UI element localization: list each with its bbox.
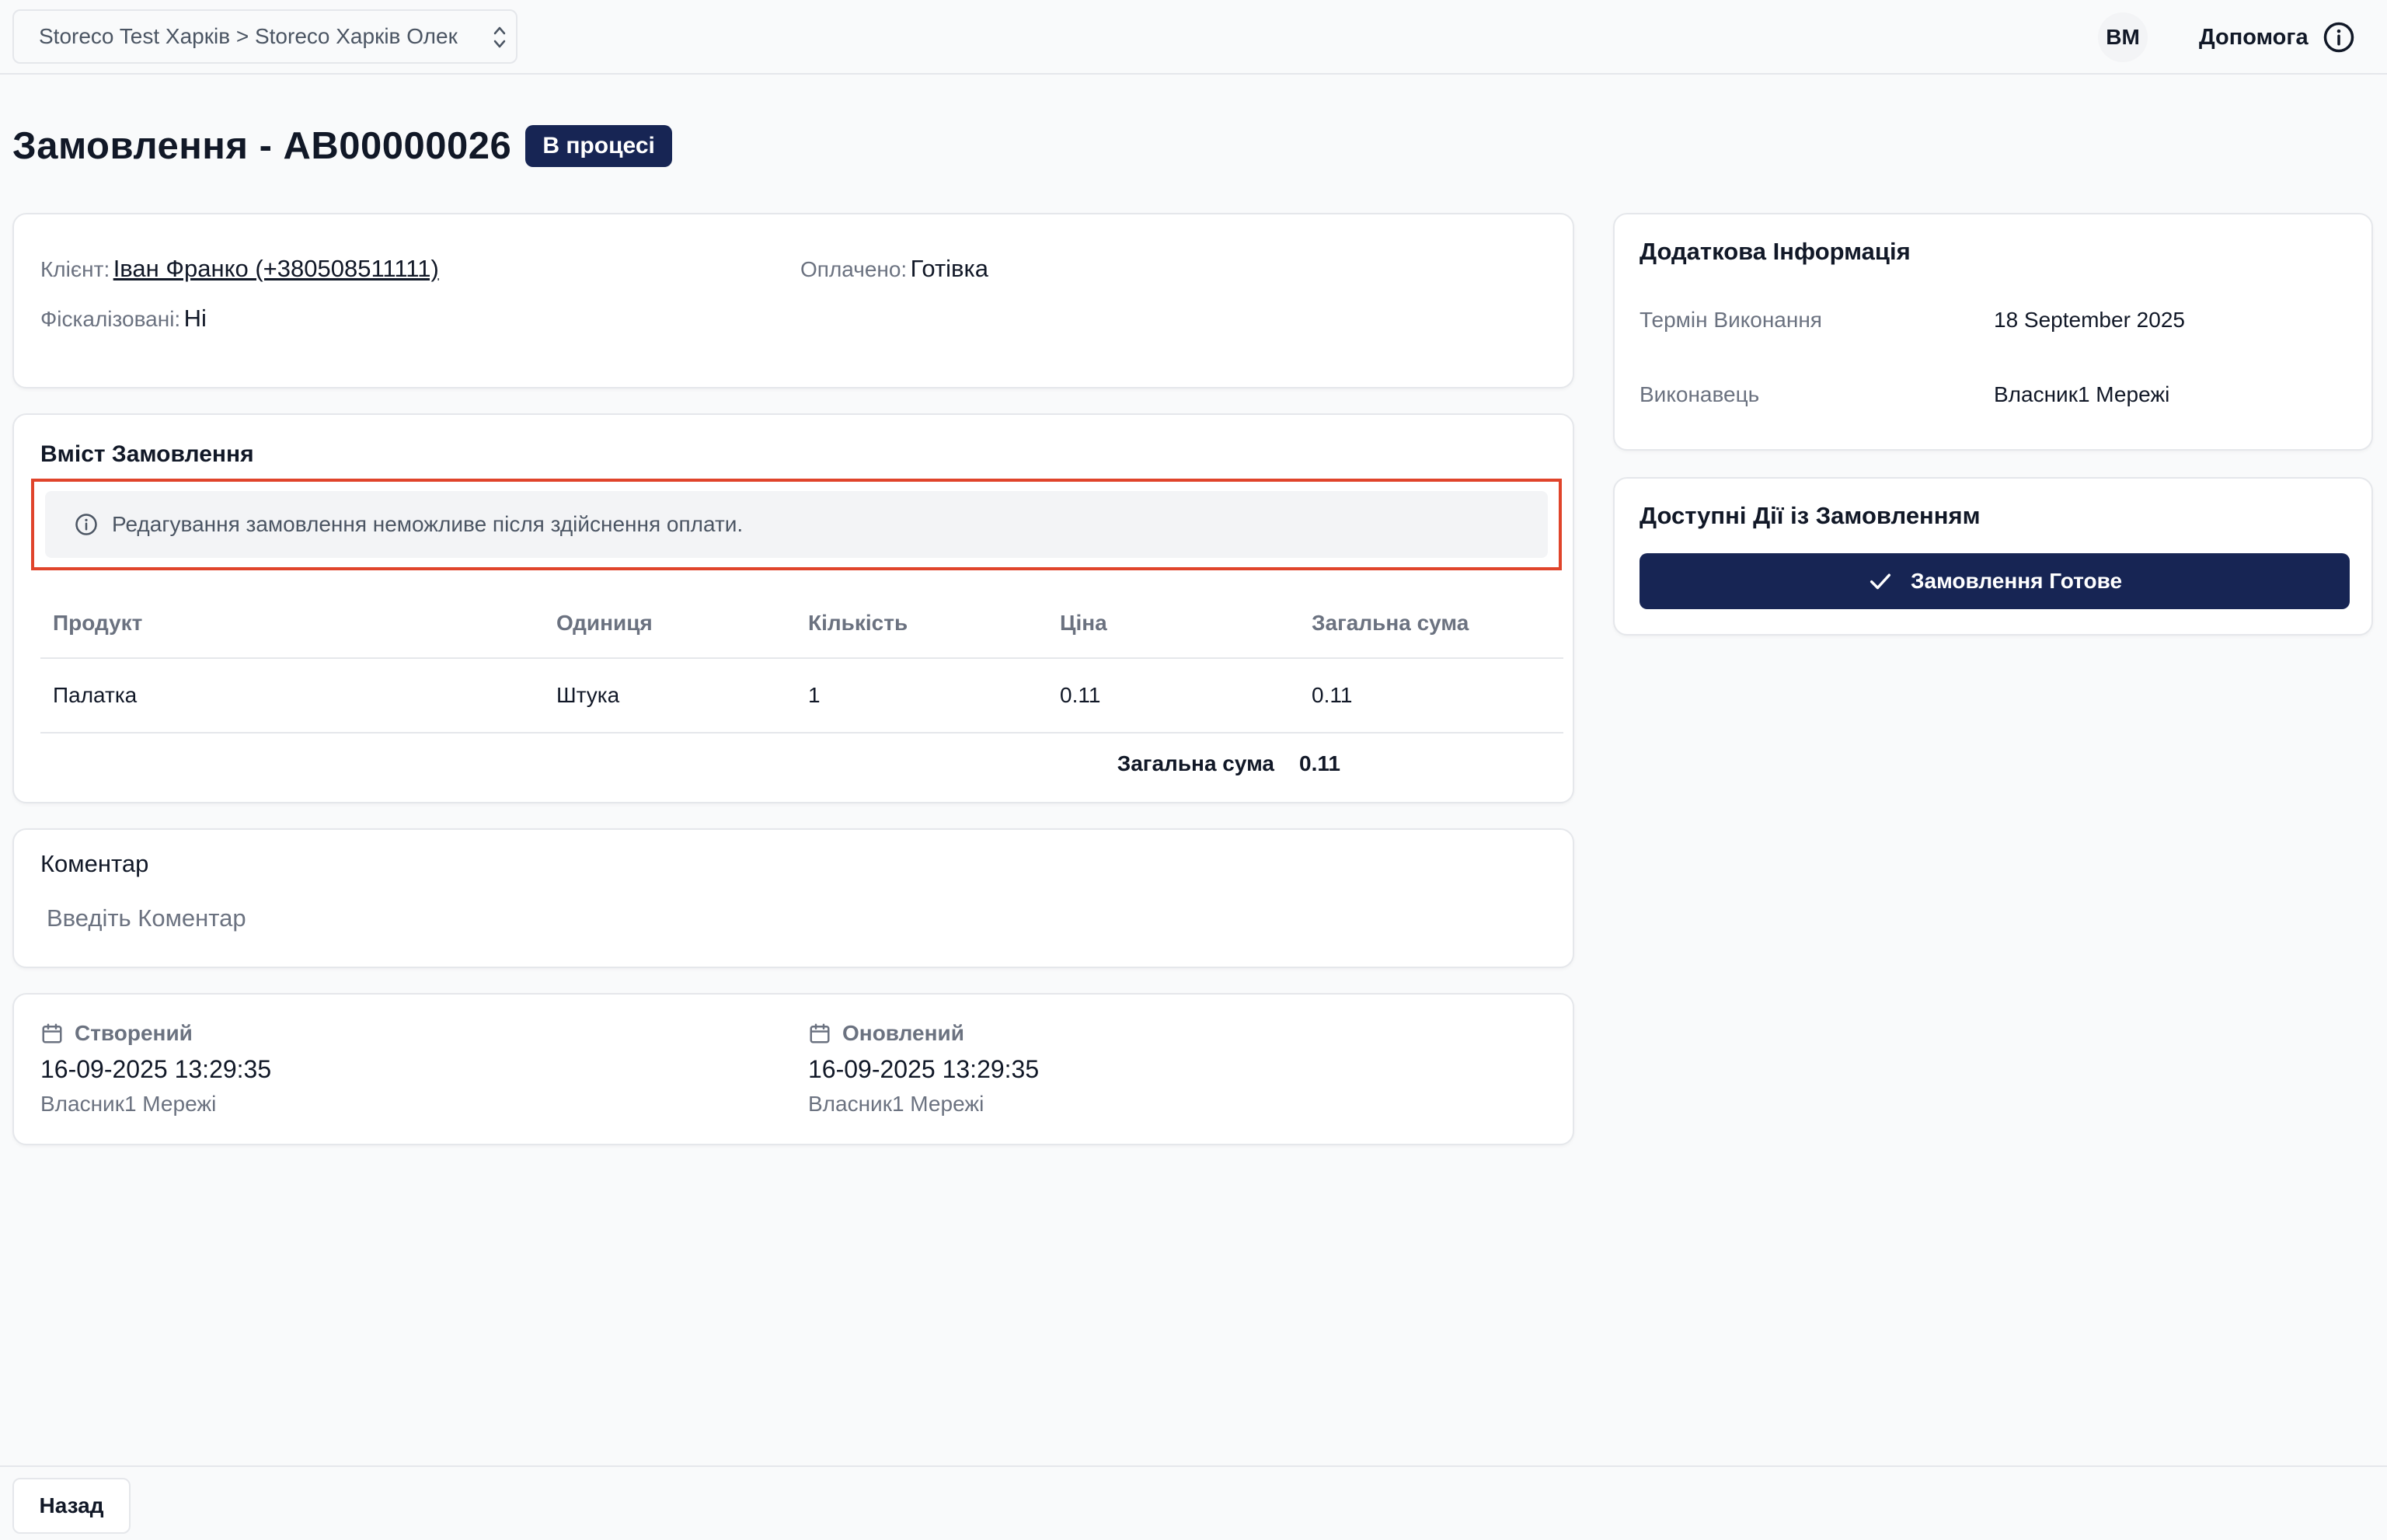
updated-block: Оновлений 16-09-2025 13:29:35 Власник1 М…: [808, 1021, 1039, 1117]
footer-bar: Назад: [0, 1465, 2387, 1540]
page-title: Замовлення - AB00000026: [12, 125, 512, 167]
calendar-icon: [810, 1023, 830, 1044]
fiscal-label: Фіскалізовані:: [40, 307, 181, 331]
store-selector-value: Storeco Test Харків > Storeco Харків Оле…: [39, 24, 458, 48]
back-button[interactable]: Назад: [12, 1478, 131, 1534]
column-header-unit: Одиниця: [556, 611, 653, 635]
table-row: Палатка Штука 1 0.11 0.11: [40, 659, 1563, 733]
cell-price: 0.11: [1060, 683, 1101, 707]
column-header-quantity: Кількість: [808, 611, 908, 635]
table-header: Продукт Одиниця Кількість Ціна Загальна …: [40, 589, 1563, 659]
executor-label: Виконавець: [1640, 382, 1760, 406]
alert-text: Редагування замовлення неможливе після з…: [112, 512, 744, 536]
info-icon: [2323, 22, 2354, 53]
timestamps-card: Створений 16-09-2025 13:29:35 Власник1 М…: [12, 993, 1574, 1145]
avatar-initials: ВМ: [2106, 25, 2140, 49]
updated-by: Власник1 Мережі: [808, 1092, 984, 1116]
top-bar: Storeco Test Харків > Storeco Харків Оле…: [0, 0, 2387, 75]
paid-label: Оплачено:: [800, 257, 908, 281]
updated-label: Оновлений: [842, 1021, 964, 1045]
paid-row: Оплачено: Готівка: [800, 255, 988, 283]
comment-card: Коментар Введіть Коментар: [12, 828, 1574, 968]
executor-row: Виконавець Власник1 Мережі: [1640, 382, 2367, 407]
cell-total: 0.11: [1312, 683, 1353, 707]
created-block: Створений 16-09-2025 13:29:35 Власник1 М…: [40, 1021, 271, 1117]
order-actions-card: Доступні Дії із Замовленням Замовлення Г…: [1613, 477, 2373, 636]
order-items-table: Продукт Одиниця Кількість Ціна Загальна …: [40, 589, 1563, 794]
deadline-row: Термін Виконання 18 September 2025: [1640, 308, 2367, 333]
edit-locked-alert: Редагування замовлення неможливе після з…: [45, 491, 1548, 558]
store-selector[interactable]: Storeco Test Харків > Storeco Харків Оле…: [12, 9, 517, 64]
table-total-row: Загальна сума 0.11: [40, 733, 1563, 794]
created-label: Створений: [75, 1021, 193, 1045]
extra-info-card: Додаткова Інформація Термін Виконання 18…: [1613, 213, 2373, 451]
info-icon: [75, 514, 97, 535]
client-row: Клієнт: Іван Франко (+380508511111): [40, 255, 439, 283]
cell-unit: Штука: [556, 683, 620, 707]
paid-value: Готівка: [910, 255, 988, 282]
order-ready-label: Замовлення Готове: [1910, 569, 2123, 593]
check-icon: [1870, 573, 1890, 590]
comment-title: Коментар: [40, 850, 149, 877]
client-label: Клієнт:: [40, 257, 110, 281]
avatar[interactable]: ВМ: [2098, 12, 2148, 62]
cell-quantity: 1: [808, 683, 821, 707]
cell-product: Палатка: [53, 683, 138, 707]
help-link[interactable]: Допомога: [2199, 17, 2355, 57]
fiscal-row: Фіскалізовані: Ні: [40, 305, 207, 333]
created-by: Власник1 Мережі: [40, 1092, 217, 1116]
order-content-title: Вміст Замовлення: [40, 441, 254, 467]
calendar-icon: [42, 1023, 62, 1044]
updated-date: 16-09-2025 13:29:35: [808, 1055, 1040, 1083]
chevron-up-down-icon: [493, 26, 506, 48]
order-actions-title: Доступні Дії із Замовленням: [1640, 502, 1981, 529]
column-header-product: Продукт: [53, 611, 143, 635]
column-header-total: Загальна сума: [1312, 611, 1469, 635]
client-link[interactable]: Іван Франко (+380508511111): [113, 255, 439, 282]
deadline-value: 18 September 2025: [1994, 308, 2185, 332]
client-card: Клієнт: Іван Франко (+380508511111) Фіск…: [12, 213, 1574, 388]
executor-value: Власник1 Мережі: [1994, 382, 2170, 406]
deadline-label: Термін Виконання: [1640, 308, 1822, 332]
page-header: Замовлення - AB00000026 В процесі: [12, 124, 672, 168]
status-badge: В процесі: [525, 125, 672, 167]
help-label: Допомога: [2199, 24, 2309, 50]
total-value: 0.11: [1299, 751, 1340, 775]
order-ready-button[interactable]: Замовлення Готове: [1640, 553, 2350, 609]
alert-highlight: Редагування замовлення неможливе після з…: [31, 479, 1562, 570]
column-header-price: Ціна: [1060, 611, 1107, 635]
order-content-card: Вміст Замовлення Редагування замовлення …: [12, 413, 1574, 803]
total-label: Загальна сума: [1117, 751, 1274, 775]
extra-info-title: Додаткова Інформація: [1640, 238, 1911, 265]
created-date: 16-09-2025 13:29:35: [40, 1055, 272, 1083]
fiscal-value: Ні: [183, 305, 207, 332]
comment-input[interactable]: Введіть Коментар: [47, 904, 246, 932]
